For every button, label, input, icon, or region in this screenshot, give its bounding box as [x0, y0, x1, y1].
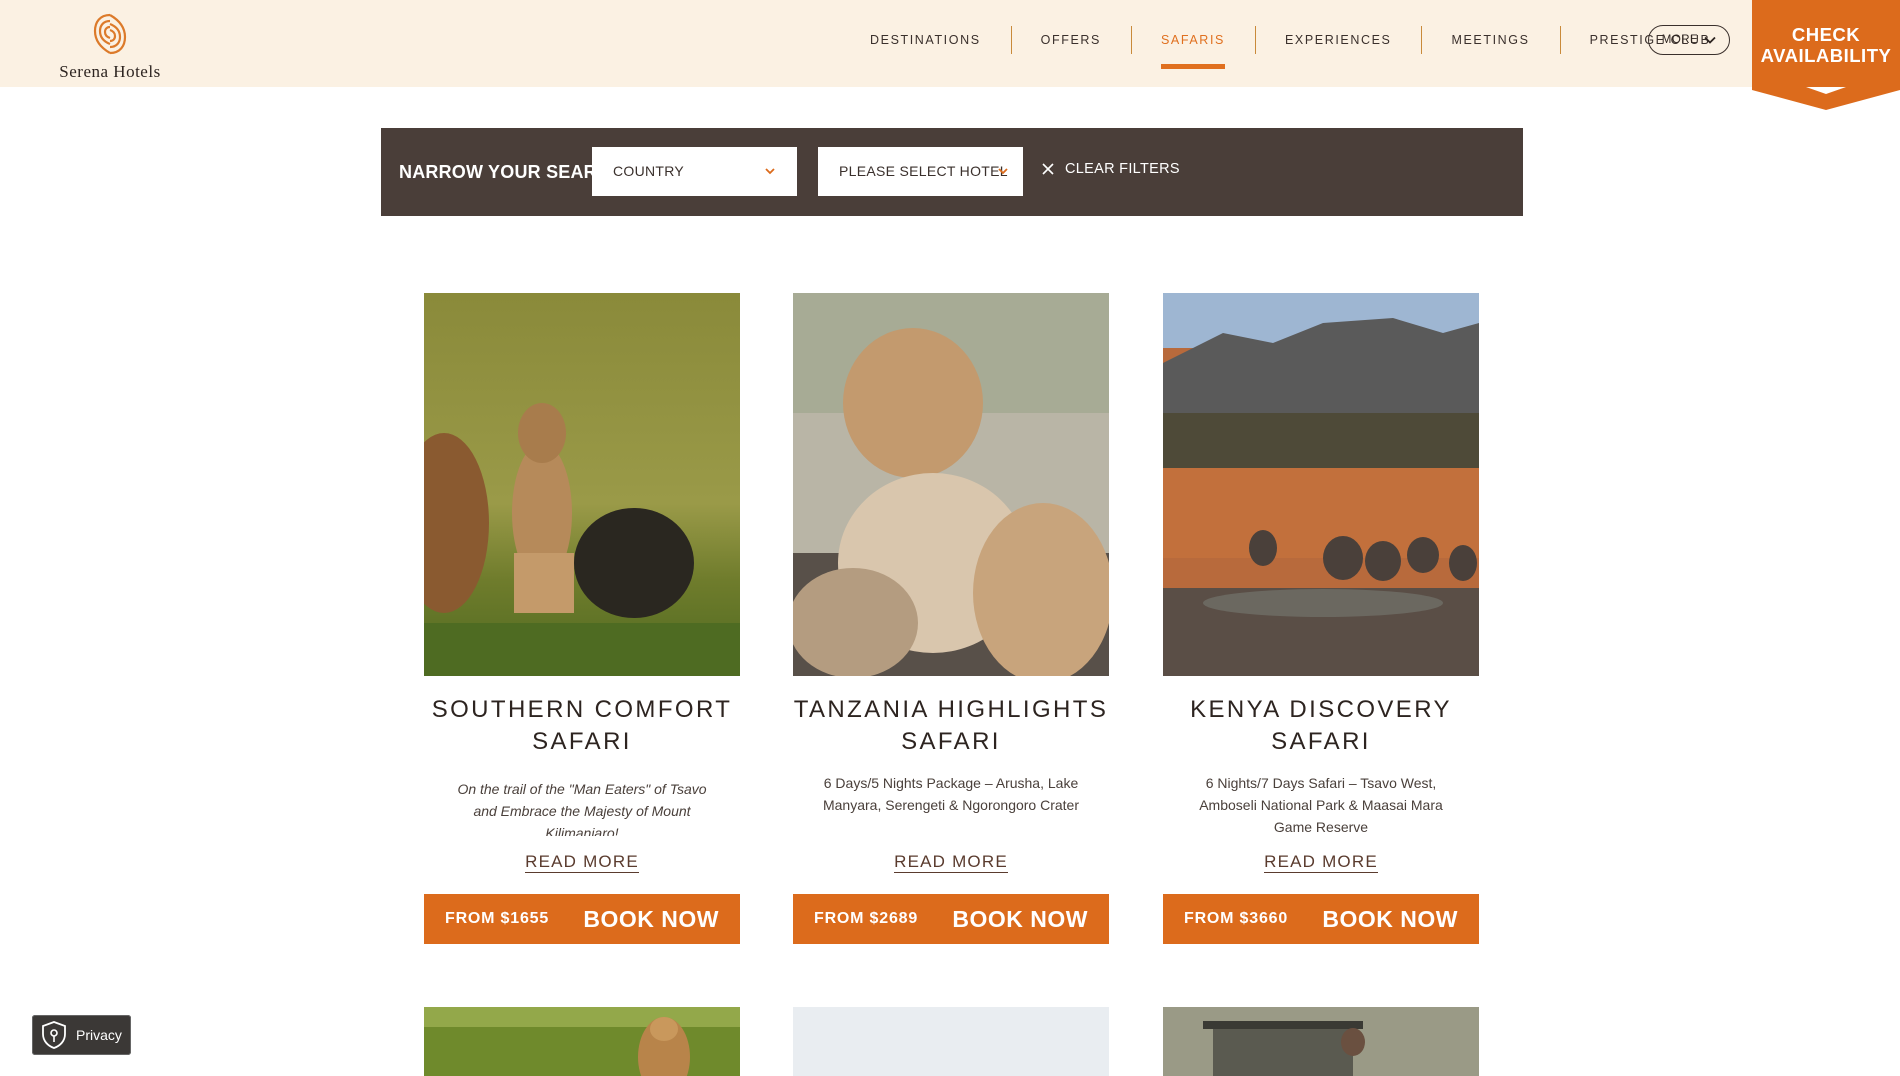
read-more-label: READ MORE: [894, 852, 1008, 873]
nav-experiences[interactable]: EXPERIENCES: [1254, 26, 1422, 54]
filter-bar: NARROW YOUR SEARCH COUNTRY PLEASE SELECT…: [381, 128, 1523, 216]
check-availability-line2: AVAILABILITY: [1760, 45, 1892, 66]
hotel-select-value: PLEASE SELECT HOTEL: [839, 163, 1008, 179]
close-icon: [1042, 163, 1054, 175]
safari-card-partial: [424, 1007, 740, 1076]
price-label: FROM $2689: [814, 910, 919, 927]
more-button[interactable]: MORE: [1648, 25, 1730, 55]
shield-icon: [42, 1021, 66, 1049]
read-more-link[interactable]: READ MORE: [1163, 852, 1479, 873]
safari-photo-elephants[interactable]: [1163, 293, 1479, 676]
privacy-label: Privacy: [76, 1027, 122, 1043]
book-now-label: BOOK NOW: [583, 905, 719, 932]
card-description: On the trail of the "Man Eaters" of Tsav…: [457, 781, 707, 836]
card-title: KENYA DISCOVERY SAFARI: [1190, 696, 1452, 755]
safari-photo-lion-cubs[interactable]: [793, 293, 1109, 676]
safari-card: TANZANIA HIGHLIGHTS SAFARI 6 Days/5 Nigh…: [793, 293, 1109, 944]
read-more-link[interactable]: READ MORE: [424, 852, 740, 873]
book-now-button[interactable]: FROM $2689 BOOK NOW: [793, 894, 1109, 944]
price-label: FROM $3660: [1184, 910, 1289, 927]
card-description: 6 Nights/7 Days Safari – Tsavo West, Amb…: [1199, 775, 1443, 835]
safari-photo-game-drive[interactable]: [1163, 1007, 1479, 1076]
privacy-button[interactable]: Privacy: [32, 1015, 131, 1055]
book-now-button[interactable]: FROM $1655 BOOK NOW: [424, 894, 740, 944]
filter-title: NARROW YOUR SEARCH: [399, 162, 624, 182]
safari-photo-giraffe[interactable]: [424, 1007, 740, 1076]
nav-meetings[interactable]: MEETINGS: [1421, 26, 1559, 54]
chevron-down-icon: [1704, 36, 1716, 44]
safari-photo-lions[interactable]: [424, 293, 740, 676]
price-label: FROM $1655: [445, 910, 550, 927]
clear-filters-label: CLEAR FILTERS: [1065, 161, 1180, 177]
safari-card-partial: [793, 1007, 1109, 1076]
nav-destinations[interactable]: DESTINATIONS: [840, 26, 1011, 54]
clear-filters-button[interactable]: CLEAR FILTERS: [1041, 161, 1180, 177]
nav-offers[interactable]: OFFERS: [1010, 26, 1131, 54]
check-availability-label: CHECK AVAILABILITY: [1752, 24, 1900, 66]
safari-card: SOUTHERN COMFORT SAFARI On the trail of …: [424, 293, 740, 944]
book-now-label: BOOK NOW: [952, 905, 1088, 932]
book-now-label: BOOK NOW: [1322, 905, 1458, 932]
card-description: 6 Days/5 Nights Package – Arusha, Lake M…: [822, 775, 1080, 813]
read-more-label: READ MORE: [1264, 852, 1378, 873]
chevron-down-icon: [998, 168, 1008, 175]
card-title: SOUTHERN COMFORT SAFARI: [431, 696, 733, 755]
brand-name: Serena Hotels: [59, 62, 161, 81]
hotel-select[interactable]: PLEASE SELECT HOTEL: [818, 147, 1023, 196]
check-availability-line1: CHECK: [1791, 24, 1861, 45]
chevron-down-icon: [765, 168, 775, 175]
check-availability-button[interactable]: CHECK AVAILABILITY: [1752, 0, 1900, 110]
safari-card: KENYA DISCOVERY SAFARI 6 Nights/7 Days S…: [1163, 293, 1479, 944]
nav-safaris[interactable]: SAFARIS: [1130, 26, 1255, 69]
safari-photo-sky[interactable]: [793, 1007, 1109, 1076]
read-more-link[interactable]: READ MORE: [793, 852, 1109, 873]
card-title: TANZANIA HIGHLIGHTS SAFARI: [793, 696, 1109, 755]
main-nav: DESTINATIONS OFFERS SAFARIS EXPERIENCES …: [840, 24, 1740, 69]
serena-logo-icon: [93, 13, 127, 55]
book-now-button[interactable]: FROM $3660 BOOK NOW: [1163, 894, 1479, 944]
country-select-value: COUNTRY: [613, 163, 685, 179]
brand-logo[interactable]: Serena Hotels: [46, 12, 174, 82]
more-label: MORE: [1661, 34, 1699, 46]
site-header: Serena Hotels DESTINATIONS OFFERS SAFARI…: [0, 0, 1900, 87]
read-more-label: READ MORE: [525, 852, 639, 873]
country-select[interactable]: COUNTRY: [592, 147, 797, 196]
safari-card-partial: [1163, 1007, 1479, 1076]
